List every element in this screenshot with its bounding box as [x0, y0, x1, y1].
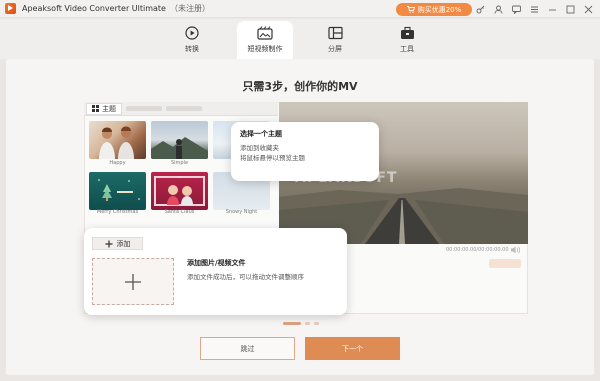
volume-icon[interactable]: [511, 246, 520, 254]
tab-label: 分屏: [328, 45, 342, 53]
add-media-plus-icon: [125, 273, 141, 290]
add-button-label: 添加: [116, 239, 131, 248]
chat-icon[interactable]: [509, 2, 524, 16]
convert-icon: [185, 26, 199, 40]
tab-convert[interactable]: 转换: [164, 21, 220, 59]
tip-line: 添加到收藏夹: [240, 144, 279, 152]
close-icon[interactable]: [581, 2, 596, 16]
theme-panel-header: 主题: [84, 102, 278, 116]
cart-icon: [406, 6, 415, 13]
tab-split-screen[interactable]: 分屏: [307, 21, 363, 59]
promo-label: 购买优惠20%: [417, 5, 462, 14]
promo-button[interactable]: 购买优惠20%: [396, 3, 472, 16]
tab-label: 短视频制作: [247, 45, 283, 53]
grid-icon: [92, 105, 99, 112]
mv-icon: [257, 26, 273, 40]
add-button[interactable]: 添加: [92, 237, 143, 250]
app-title: Apeaksoft Video Converter Ultimate: [22, 4, 166, 13]
placeholder-tab: [166, 106, 202, 111]
plus-icon: [105, 240, 112, 247]
theme-thumb-santa-claus[interactable]: [151, 172, 208, 210]
registration-status: （未注册）: [169, 4, 210, 13]
step-dot-active: [283, 322, 301, 325]
theme-tab-label: 主题: [102, 104, 116, 113]
toolbox-icon: [400, 26, 414, 39]
window-controls: [473, 2, 596, 16]
skip-button[interactable]: 跳过: [200, 337, 295, 360]
theme-tab[interactable]: 主题: [86, 102, 122, 115]
maximize-icon[interactable]: [563, 2, 578, 16]
theme-name: Santa Claus: [164, 209, 195, 215]
tab-toolbox[interactable]: 工具: [379, 21, 435, 59]
app-logo: [5, 3, 16, 14]
split-screen-icon: [327, 26, 343, 40]
tab-mv[interactable]: 短视频制作: [237, 21, 293, 59]
tip-title: 选择一个主题: [240, 130, 282, 138]
placeholder-tab: [126, 106, 162, 111]
step-dot: [305, 322, 310, 325]
tip-line: 将鼠标悬停以预览主题: [240, 154, 305, 162]
theme-name: Snowy Night: [225, 209, 258, 215]
theme-name: Happy: [109, 160, 126, 166]
theme-thumb-happy[interactable]: [89, 121, 146, 159]
step-indicator: [283, 322, 319, 325]
main-tabs: 转换 短视频制作 分屏 工具: [0, 19, 600, 59]
theme-name: Simple: [170, 160, 189, 166]
user-icon[interactable]: [491, 2, 506, 16]
menu-icon[interactable]: [527, 2, 542, 16]
step-dot: [314, 322, 319, 325]
minimize-icon[interactable]: [545, 2, 560, 16]
media-drop-zone[interactable]: [92, 258, 174, 305]
export-button-disabled: [489, 259, 521, 268]
theme-thumb-merry-christmas[interactable]: [89, 172, 146, 210]
add-media-title: 添加图片/视频文件: [187, 259, 246, 267]
key-icon[interactable]: [473, 2, 488, 16]
preview-timecode: 00:00:00.00/00:00:00.00: [446, 247, 509, 253]
tab-label: 工具: [400, 45, 414, 53]
theme-thumb-simple[interactable]: [151, 121, 208, 159]
add-media-popup: 添加 添加图片/视频文件 添加文件成功后，可以拖动文件调整顺序: [84, 228, 347, 315]
theme-name: Merry Christmas: [96, 209, 139, 215]
add-media-description: 添加文件成功后，可以拖动文件调整顺序: [187, 273, 304, 281]
next-button[interactable]: 下一个: [305, 337, 400, 360]
page-title: 只需3步，创作你的MV: [242, 80, 358, 93]
theme-tip-popup: 选择一个主题 添加到收藏夹 将鼠标悬停以预览主题: [231, 122, 379, 181]
tab-label: 转换: [185, 45, 199, 53]
